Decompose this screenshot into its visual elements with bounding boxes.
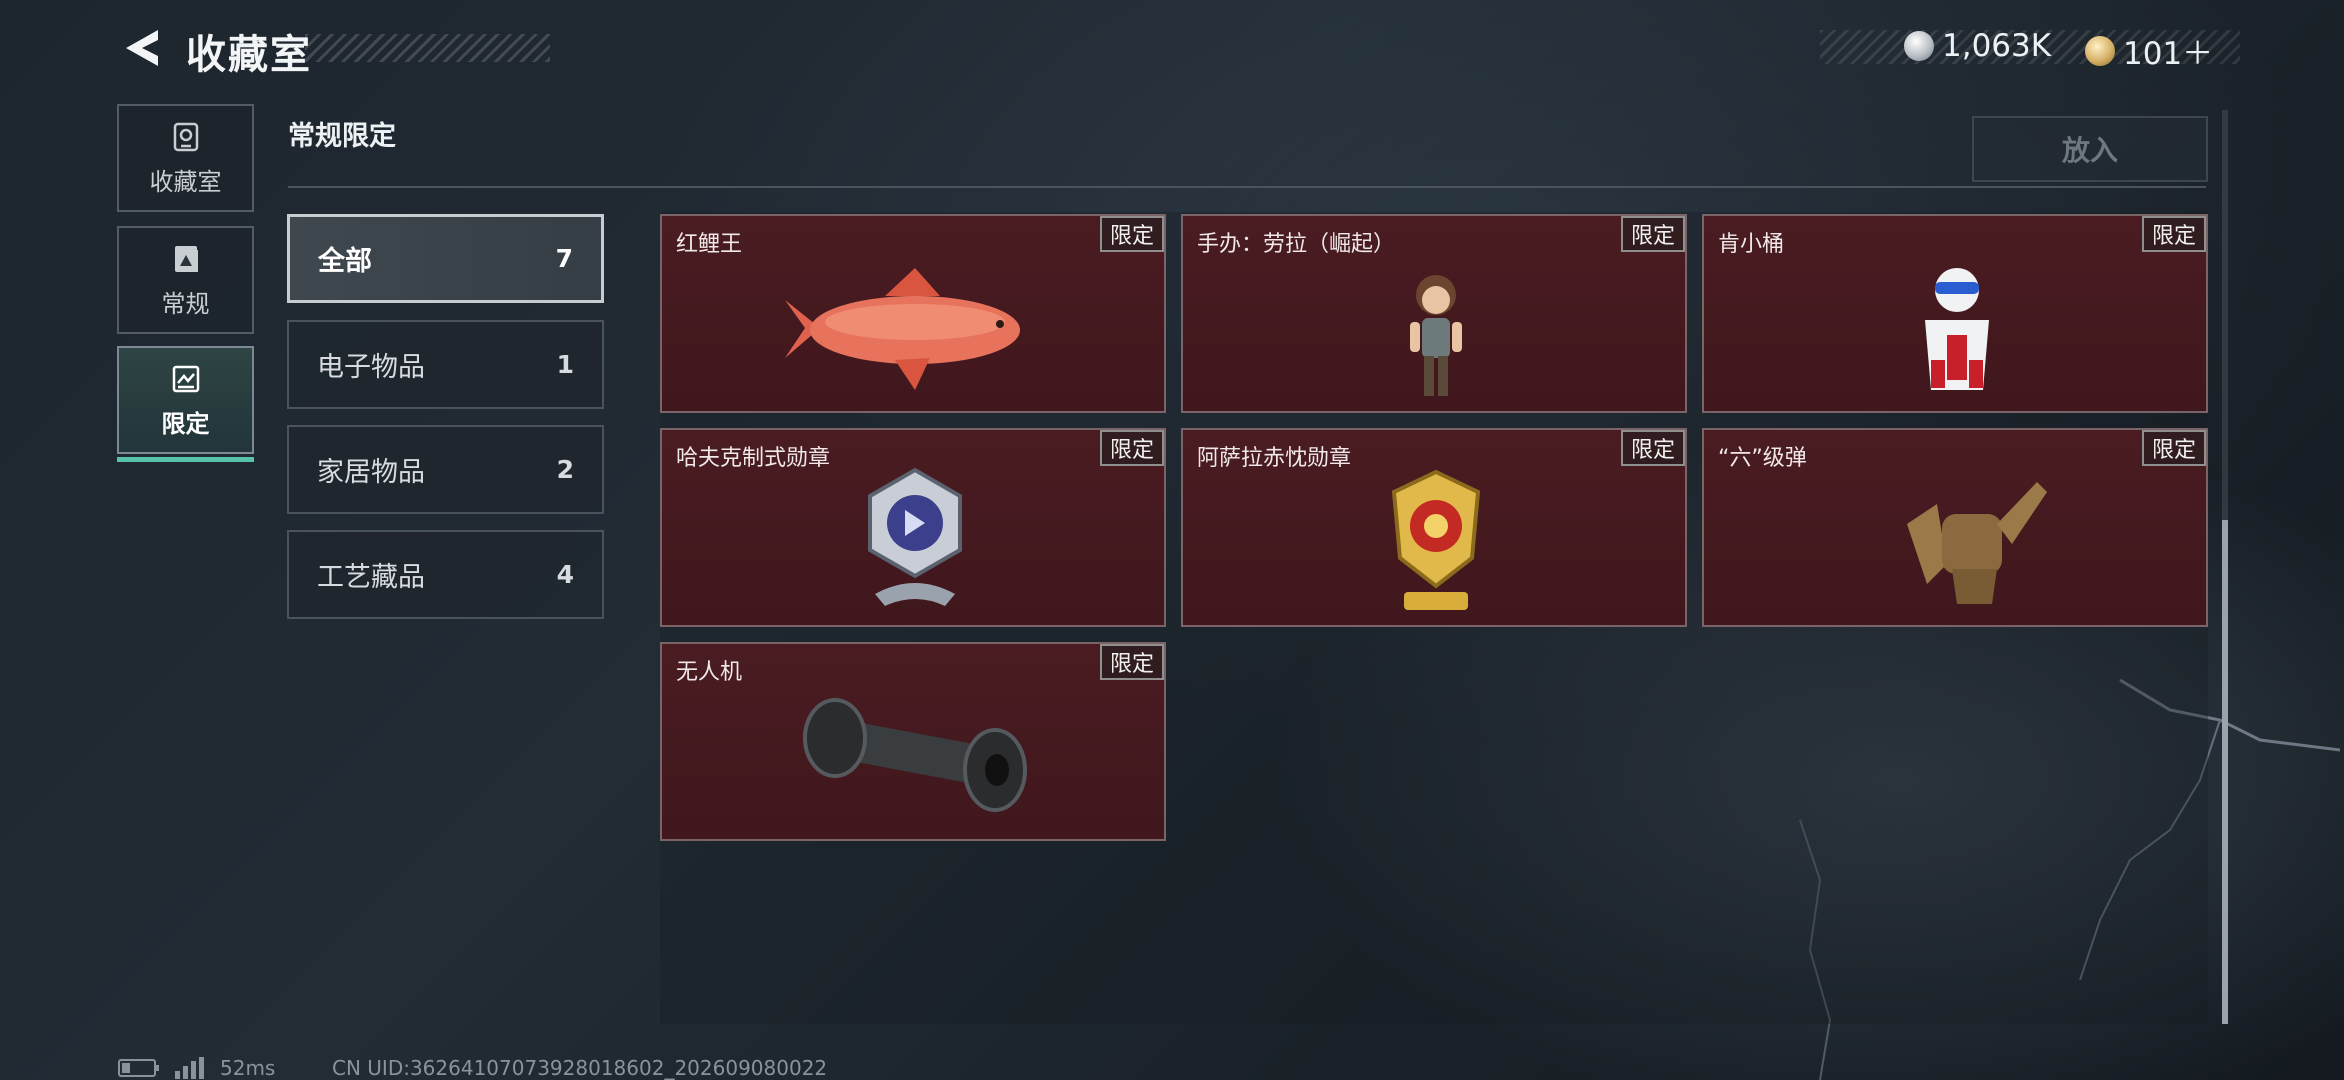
battery-icon — [118, 1059, 159, 1077]
item-name: 无人机 — [676, 660, 743, 685]
category-electronics[interactable]: 电子物品 1 — [287, 320, 604, 409]
page-title: 收藏室 — [186, 32, 312, 78]
item-name: “六”级弹 — [1718, 446, 1807, 471]
bucket-mascot-icon — [1925, 268, 1989, 390]
silver-currency[interactable]: 1,063K — [1904, 28, 2051, 64]
item-card-koi[interactable]: 红鲤王 限定 — [660, 214, 1166, 413]
gold-amount: 101＋ — [2123, 36, 2214, 72]
gold-coin-icon — [2085, 35, 2115, 66]
sidebar-item-label: 收藏室 — [149, 167, 222, 196]
item-name: 红鲤王 — [676, 232, 743, 257]
limited-badge: 限定 — [1099, 216, 1164, 252]
category-all[interactable]: 全部 7 — [287, 214, 604, 303]
limited-badge: 限定 — [2141, 216, 2206, 252]
category-crafts[interactable]: 工艺藏品 4 — [287, 530, 604, 619]
category-label: 电子物品 — [317, 352, 425, 383]
limited-icon — [172, 365, 199, 392]
sidebar-item-limited[interactable]: 限定 — [117, 346, 254, 462]
silver-coin-icon — [1904, 31, 1934, 61]
place-button[interactable]: 放入 — [1972, 116, 2208, 182]
sidebar-item-label: 常规 — [161, 289, 210, 318]
silver-amount: 1,063K — [1942, 28, 2052, 64]
hand-gesture-icon — [1907, 482, 2047, 604]
regular-icon — [174, 245, 198, 272]
back-icon[interactable] — [118, 26, 162, 70]
item-card-haavk-medal[interactable]: 哈夫克制式勋章 限定 — [660, 428, 1166, 627]
limited-badge: 限定 — [1620, 216, 1685, 252]
title-decoration — [305, 34, 550, 62]
category-count: 7 — [555, 244, 573, 273]
haavk-medal-icon — [868, 467, 962, 606]
limited-badge: 限定 — [1099, 644, 1164, 680]
section-title: 常规限定 — [288, 121, 396, 152]
item-card-lara[interactable]: 手办：劳拉（崛起） 限定 — [1181, 214, 1687, 413]
sidebar-item-regular[interactable]: 常规 — [117, 226, 254, 334]
koi-fish-icon — [785, 268, 1020, 390]
category-label: 家居物品 — [317, 457, 425, 488]
asara-medal-icon — [1391, 469, 1481, 610]
limited-badge: 限定 — [1620, 430, 1685, 466]
item-name: 肯小桶 — [1718, 232, 1785, 257]
item-card-asara-medal[interactable]: 阿萨拉赤忱勋章 限定 — [1181, 428, 1687, 627]
ping-value: 52ms — [220, 1056, 276, 1080]
category-count: 2 — [556, 455, 574, 484]
gold-currency[interactable]: 101＋ — [2085, 28, 2213, 73]
drone-icon — [803, 698, 1027, 812]
signal-icon — [175, 1057, 204, 1079]
lara-figure-icon — [1410, 275, 1462, 396]
vault-icon — [173, 122, 198, 151]
sidebar-item-vault[interactable]: 收藏室 — [117, 104, 254, 212]
limited-badge: 限定 — [2141, 430, 2206, 466]
scrollbar-thumb[interactable] — [2222, 520, 2228, 1024]
category-count: 4 — [556, 560, 574, 589]
uid-text: CN UID:36264107073928018602_202609080022 — [332, 1056, 828, 1080]
limited-badge: 限定 — [1099, 430, 1164, 466]
status-bar: 52ms — [118, 1056, 275, 1080]
category-label: 全部 — [318, 246, 372, 277]
category-label: 工艺藏品 — [317, 562, 425, 593]
category-household[interactable]: 家居物品 2 — [287, 425, 604, 514]
divider — [288, 186, 2206, 188]
item-card-six-grade-bullet[interactable]: “六”级弹 限定 — [1702, 428, 2208, 627]
item-card-drone[interactable]: 无人机 限定 — [660, 642, 1166, 841]
sidebar-item-label: 限定 — [161, 409, 210, 438]
item-card-bucket[interactable]: 肯小桶 限定 — [1702, 214, 2208, 413]
category-count: 1 — [556, 350, 574, 379]
